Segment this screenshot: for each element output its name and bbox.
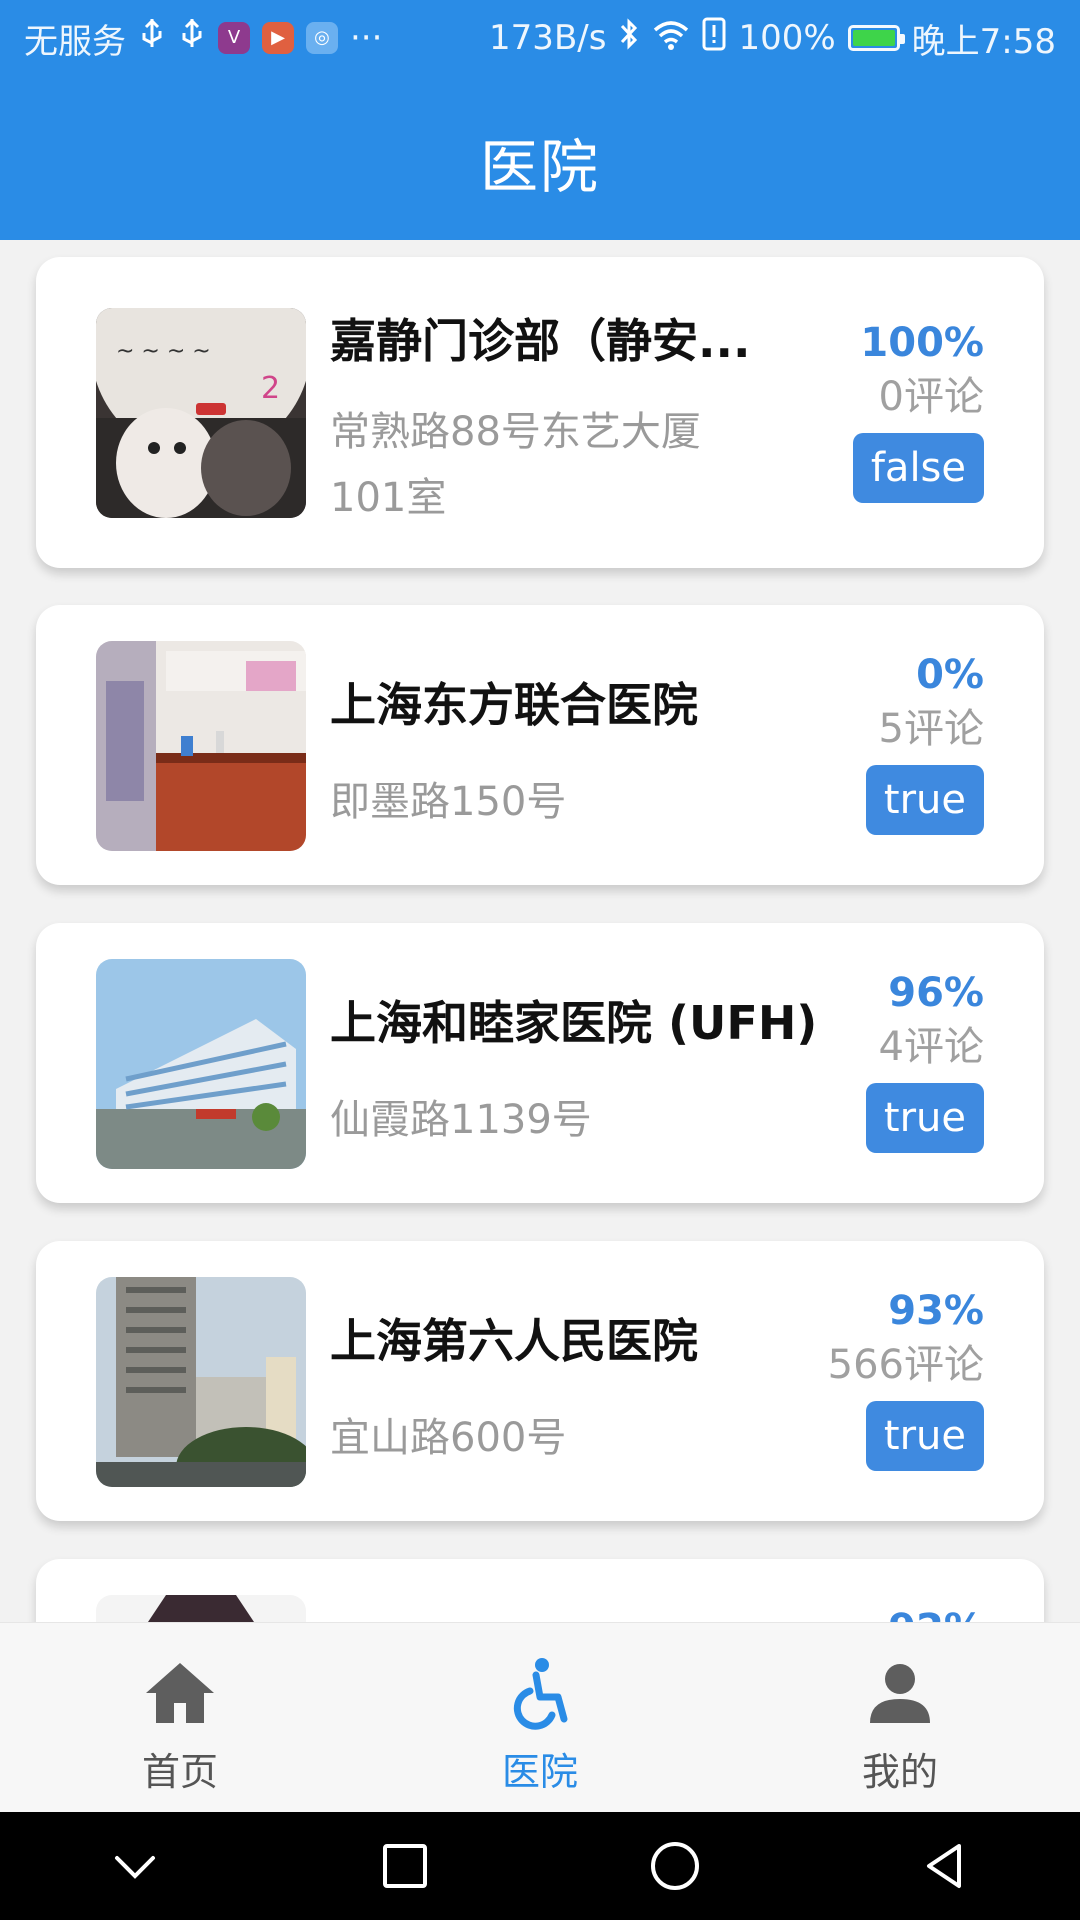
hospital-thumbnail xyxy=(96,1595,306,1622)
hospital-thumbnail: ~ ~ ~ ~ 2 xyxy=(96,308,306,518)
review-count: 0评论 xyxy=(878,374,984,420)
hospital-stats: 92% xyxy=(888,1603,984,1622)
rating-percent: 96% xyxy=(888,970,984,1016)
nav-hospital[interactable]: 医院 xyxy=(360,1623,720,1813)
network-speed: 173B/s xyxy=(489,18,607,58)
nav-profile[interactable]: 我的 xyxy=(720,1623,1080,1813)
rating-percent: 0% xyxy=(916,652,984,698)
person-icon xyxy=(870,1664,930,1723)
status-bar-right: 173B/s 100% 晚上7:58 xyxy=(489,14,1056,63)
more-notifications-icon: ··· xyxy=(350,18,383,58)
carrier-text: 无服务 xyxy=(24,21,126,62)
usb-icon xyxy=(178,17,206,60)
review-count: 566评论 xyxy=(827,1342,984,1388)
hospital-card[interactable]: 上海第六人民医院 宜山路600号 93% 566评论 true xyxy=(36,1241,1044,1521)
status-badge: false xyxy=(852,433,984,503)
rating-percent: 92% xyxy=(888,1603,984,1622)
usb-icon xyxy=(138,17,166,60)
hospital-name: 上海第六人民医院 xyxy=(330,1314,698,1368)
browser-app-icon: ◎ xyxy=(306,22,338,54)
hospital-name: 上海东方联合医院 xyxy=(330,678,698,732)
bluetooth-icon xyxy=(618,17,640,60)
hospital-stats: 100% 0评论 false xyxy=(852,317,984,503)
hospital-address: 常熟路88号东艺大厦101室 xyxy=(330,409,701,521)
hospital-name: 嘉静门诊部（静安... xyxy=(330,314,751,368)
svg-text:~ ~ ~ ~: ~ ~ ~ ~ xyxy=(116,339,211,364)
sim-alert-icon xyxy=(702,17,726,60)
page-title: 医院 xyxy=(479,133,600,201)
status-badge: true xyxy=(865,1401,984,1471)
review-count: 4评论 xyxy=(878,1024,984,1070)
app-screen: 无服务 V ▶ ◎ ··· 173B/s 100% 晚上7:58 医院 ~ ~ … xyxy=(0,0,1080,1920)
video-app-icon: ▶ xyxy=(262,22,294,54)
battery-percent: 100% xyxy=(738,18,836,58)
hospital-list[interactable]: ~ ~ ~ ~ 2 嘉静门诊部（静安... 常熟路88号东艺大厦101室 100… xyxy=(0,240,1080,1622)
hospital-card[interactable]: 上海和睦家医院 (UFH) 仙霞路1139号 96% 4评论 true xyxy=(36,923,1044,1203)
bottom-navigation: 首页 医院 我的 xyxy=(0,1622,1080,1813)
hospital-address: 宜山路600号 xyxy=(330,1415,567,1461)
rating-percent: 100% xyxy=(860,320,984,366)
status-bar-left: 无服务 V ▶ ◎ ··· xyxy=(24,14,382,63)
battery-icon xyxy=(847,25,905,51)
hospital-stats: 93% 566评论 true xyxy=(828,1285,984,1471)
nav-home[interactable]: 首页 xyxy=(0,1623,360,1813)
system-navigation-bar xyxy=(0,1812,1080,1920)
hospital-card[interactable]: ~ ~ ~ ~ 2 嘉静门诊部（静安... 常熟路88号东艺大厦101室 100… xyxy=(36,257,1044,568)
hospital-card[interactable]: 92% xyxy=(36,1559,1044,1622)
hospital-thumbnail xyxy=(96,959,306,1169)
status-badge: true xyxy=(865,1083,984,1153)
rating-percent: 93% xyxy=(888,1288,984,1334)
hospital-card[interactable]: 上海东方联合医院 即墨路150号 0% 5评论 true xyxy=(36,605,1044,885)
review-count: 5评论 xyxy=(878,706,984,752)
svg-text:2: 2 xyxy=(261,371,280,406)
hide-keyboard-chevron-down-icon[interactable] xyxy=(105,1836,165,1896)
home-circle-icon[interactable] xyxy=(645,1836,705,1896)
app-notification-icon: V xyxy=(218,22,250,54)
hospital-address: 仙霞路1139号 xyxy=(330,1097,592,1143)
hospital-stats: 96% 4评论 true xyxy=(865,967,984,1153)
accessible-icon xyxy=(513,1658,568,1730)
recent-apps-square-icon[interactable] xyxy=(375,1836,435,1896)
nav-profile-label: 我的 xyxy=(861,1750,938,1794)
hospital-address: 即墨路150号 xyxy=(330,779,567,825)
hospital-name: 上海和睦家医院 (UFH) xyxy=(330,996,818,1050)
nav-hospital-label: 医院 xyxy=(501,1750,578,1794)
app-header: 无服务 V ▶ ◎ ··· 173B/s 100% 晚上7:58 医院 xyxy=(0,0,1080,240)
hospital-thumbnail xyxy=(96,1277,306,1487)
clock: 晚上7:58 xyxy=(911,21,1056,62)
status-bar: 无服务 V ▶ ◎ ··· 173B/s 100% 晚上7:58 xyxy=(0,0,1080,76)
home-icon xyxy=(146,1663,214,1723)
hospital-thumbnail xyxy=(96,641,306,851)
wifi-icon xyxy=(652,18,690,59)
status-badge: true xyxy=(865,765,984,835)
back-triangle-icon[interactable] xyxy=(915,1836,975,1896)
nav-home-label: 首页 xyxy=(141,1750,218,1794)
hospital-stats: 0% 5评论 true xyxy=(865,649,984,835)
